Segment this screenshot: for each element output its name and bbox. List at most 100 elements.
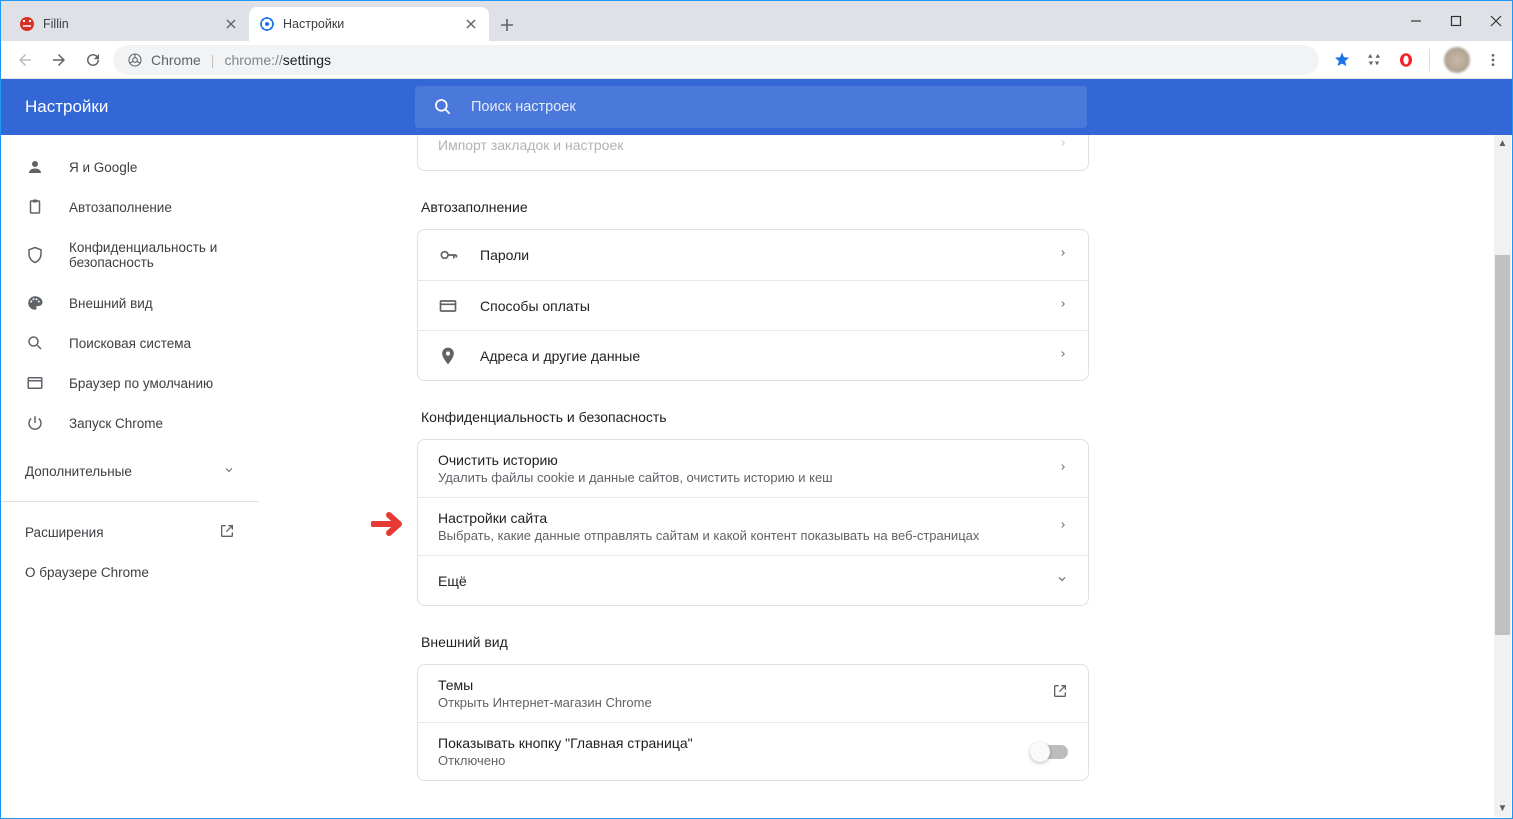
url-text: chrome://settings (224, 52, 331, 68)
back-icon[interactable] (11, 46, 39, 74)
browser-tab-settings[interactable]: Настройки (249, 7, 489, 41)
row-import-bookmarks[interactable]: Импорт закладок и настроек (418, 135, 1088, 170)
card-appearance: Темы Открыть Интернет-магазин Chrome Пок… (417, 664, 1089, 781)
tab-title: Настройки (283, 17, 344, 31)
sidebar-additional-label: Дополнительные (25, 464, 132, 479)
sidebar-item-autofill[interactable]: Автозаполнение (1, 187, 259, 227)
chrome-label: Chrome (151, 52, 201, 68)
section-title-autofill: Автозаполнение (421, 199, 1089, 215)
chevron-down-icon (1056, 572, 1068, 590)
sidebar-item-you-and-google[interactable]: Я и Google (1, 147, 259, 187)
sidebar-item-default-browser[interactable]: Браузер по умолчанию (1, 363, 259, 403)
chevron-right-icon (1058, 518, 1068, 536)
row-label: Адреса и другие данные (480, 348, 1036, 364)
person-icon (25, 158, 45, 176)
chevron-down-icon (223, 464, 235, 479)
opera-ext-icon[interactable] (1397, 51, 1415, 69)
toggle-switch[interactable] (1032, 745, 1068, 759)
chevron-right-icon (1058, 297, 1068, 315)
credit-card-icon (438, 296, 458, 316)
sidebar-item-appearance[interactable]: Внешний вид (1, 283, 259, 323)
search-input[interactable] (471, 99, 1069, 115)
sidebar-item-search-engine[interactable]: Поисковая система (1, 323, 259, 363)
shield-icon (25, 246, 45, 264)
close-icon[interactable] (223, 16, 239, 32)
row-label: Способы оплаты (480, 298, 1036, 314)
external-link-icon (219, 523, 235, 542)
sidebar-extensions-label: Расширения (25, 525, 104, 540)
row-addresses[interactable]: Адреса и другие данные (418, 330, 1088, 380)
sidebar-item-on-startup[interactable]: Запуск Chrome (1, 403, 259, 443)
clipboard-icon (25, 198, 45, 216)
close-window-icon[interactable] (1488, 13, 1504, 29)
card-privacy: Очистить историю Удалить файлы cookie и … (417, 439, 1089, 606)
row-more[interactable]: Ещё (418, 555, 1088, 605)
recycle-icon[interactable] (1365, 51, 1383, 69)
row-label: Ещё (438, 573, 1034, 589)
row-description: Выбрать, какие данные отправлять сайтам … (438, 528, 1036, 543)
chevron-right-icon (1058, 246, 1068, 264)
row-site-settings[interactable]: Настройки сайта Выбрать, какие данные от… (418, 497, 1088, 555)
settings-page: Настройки Я и Google Автозаполнение Конф… (1, 79, 1512, 818)
browser-tab-fillin[interactable]: Fillin (9, 7, 249, 41)
reload-icon[interactable] (79, 46, 107, 74)
window-icon (25, 374, 45, 392)
sidebar-item-label: Конфиденциальность и безопасность (69, 240, 235, 270)
row-label: Пароли (480, 247, 1036, 263)
settings-search[interactable] (415, 86, 1087, 128)
row-passwords[interactable]: Пароли (418, 230, 1088, 280)
chevron-right-icon (1058, 347, 1068, 365)
sidebar-about-chrome[interactable]: О браузере Chrome (1, 552, 259, 592)
sidebar-item-label: Браузер по умолчанию (69, 376, 213, 391)
search-icon (433, 97, 453, 117)
row-payment-methods[interactable]: Способы оплаты (418, 280, 1088, 330)
sidebar-item-privacy[interactable]: Конфиденциальность и безопасность (1, 227, 259, 283)
sidebar-item-label: Запуск Chrome (69, 416, 163, 431)
address-bar[interactable]: Chrome | chrome://settings (113, 45, 1319, 75)
sidebar-item-label: Внешний вид (69, 296, 153, 311)
row-label: Очистить историю (438, 452, 1036, 468)
row-label: Темы (438, 677, 1030, 693)
row-themes[interactable]: Темы Открыть Интернет-магазин Chrome (418, 665, 1088, 722)
maximize-icon[interactable] (1448, 13, 1464, 29)
settings-sidebar: Я и Google Автозаполнение Конфиденциальн… (1, 135, 259, 818)
row-show-home-button[interactable]: Показывать кнопку "Главная страница" Отк… (418, 722, 1088, 780)
row-clear-history[interactable]: Очистить историю Удалить файлы cookie и … (418, 440, 1088, 497)
chrome-origin-icon: Chrome (127, 52, 201, 68)
card-autofill: Пароли Способы оплаты Адреса и другие да… (417, 229, 1089, 381)
settings-gear-icon (259, 16, 275, 32)
fillin-favicon-icon (19, 16, 35, 32)
scrollbar-thumb[interactable] (1495, 255, 1510, 635)
browser-toolbar: Chrome | chrome://settings (1, 41, 1512, 79)
annotation-arrow-icon (371, 511, 405, 537)
scroll-up-icon[interactable]: ▲ (1494, 135, 1511, 152)
scroll-down-icon[interactable]: ▼ (1494, 800, 1511, 817)
menu-dots-icon[interactable] (1484, 51, 1502, 69)
key-icon (438, 245, 458, 265)
close-icon[interactable] (463, 16, 479, 32)
star-icon[interactable] (1333, 51, 1351, 69)
row-description: Удалить файлы cookie и данные сайтов, оч… (438, 470, 1036, 485)
window-controls (1408, 1, 1512, 41)
sidebar-extensions-link[interactable]: Расширения (1, 512, 259, 552)
location-icon (438, 346, 458, 366)
page-title: Настройки (25, 97, 415, 117)
vertical-scrollbar[interactable]: ▲ ▼ (1494, 135, 1511, 817)
settings-main: Импорт закладок и настроек Автозаполнени… (259, 135, 1512, 818)
row-label: Настройки сайта (438, 510, 1036, 526)
minimize-icon[interactable] (1408, 13, 1424, 29)
row-description: Отключено (438, 753, 1010, 768)
palette-icon (25, 294, 45, 312)
new-tab-button[interactable] (493, 11, 521, 39)
row-description: Открыть Интернет-магазин Chrome (438, 695, 1030, 710)
sidebar-about-label: О браузере Chrome (25, 565, 149, 580)
sidebar-item-label: Поисковая система (69, 336, 191, 351)
power-icon (25, 414, 45, 432)
row-label: Показывать кнопку "Главная страница" (438, 735, 1010, 751)
sidebar-additional-expand[interactable]: Дополнительные (1, 451, 259, 491)
forward-icon[interactable] (45, 46, 73, 74)
avatar[interactable] (1444, 47, 1470, 73)
divider (1, 501, 259, 502)
tab-strip: Fillin Настройки (1, 1, 1512, 41)
sidebar-item-label: Автозаполнение (69, 200, 172, 215)
